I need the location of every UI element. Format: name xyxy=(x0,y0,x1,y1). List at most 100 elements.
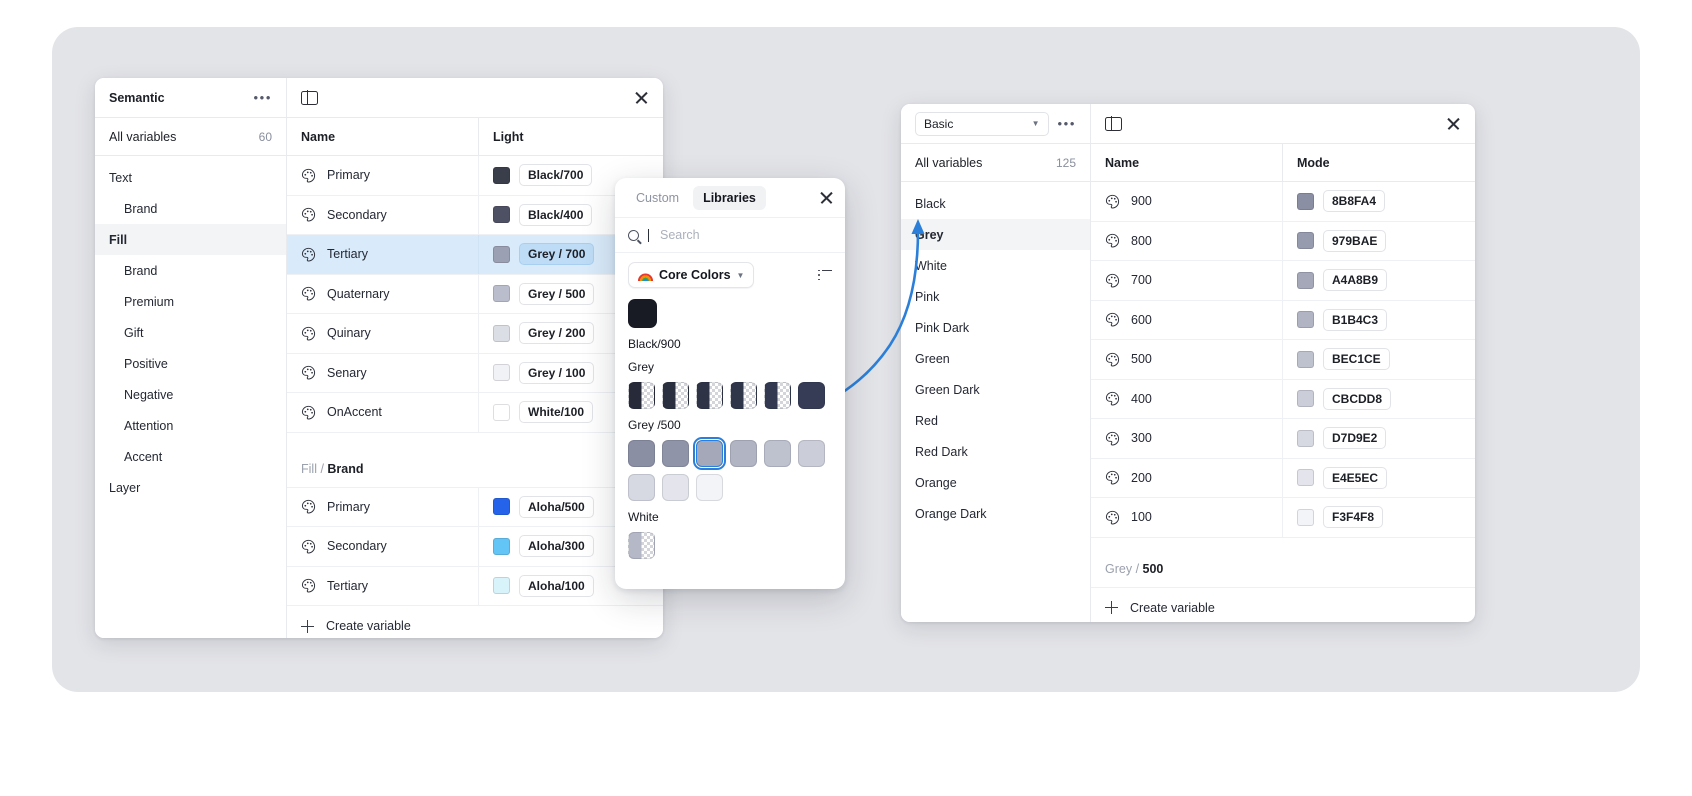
sidebar-toggle-icon[interactable] xyxy=(1105,115,1122,132)
basic-sidebar-item-red-dark[interactable]: Red Dark xyxy=(901,436,1090,467)
color-swatch[interactable] xyxy=(628,299,657,328)
basic-sidebar-item-label: Green xyxy=(915,351,950,366)
close-icon[interactable] xyxy=(1446,116,1461,131)
semantic-row-value[interactable]: White/100 xyxy=(519,401,594,424)
semantic-row-value[interactable]: Black/400 xyxy=(519,203,593,226)
color-swatch[interactable] xyxy=(628,474,655,501)
semantic-sidebar-item-gift[interactable]: Gift xyxy=(95,317,286,348)
semantic-sidebar-item-layer[interactable]: Layer xyxy=(95,472,286,503)
basic-all-variables-row[interactable]: All variables 125 xyxy=(901,144,1090,182)
basic-row-value[interactable]: B1B4C3 xyxy=(1323,308,1388,331)
semantic-brand-row[interactable]: Primary Aloha/500 xyxy=(287,487,663,527)
semantic-brand-row-value[interactable]: Aloha/500 xyxy=(519,495,594,518)
basic-row-value[interactable]: BEC1CE xyxy=(1323,348,1390,371)
semantic-row-value[interactable]: Grey / 100 xyxy=(519,361,595,384)
semantic-brand-row[interactable]: Secondary Aloha/300 xyxy=(287,527,663,567)
semantic-sidebar-item-fill[interactable]: Fill xyxy=(95,224,286,255)
basic-sidebar-item-pink[interactable]: Pink xyxy=(901,281,1090,312)
semantic-row-name: Tertiary xyxy=(327,247,368,262)
basic-row-value[interactable]: 8B8FA4 xyxy=(1323,190,1386,213)
basic-row[interactable]: 200 E4E5EC xyxy=(1091,458,1475,498)
basic-row[interactable]: 400 CBCDD8 xyxy=(1091,379,1475,419)
color-swatch[interactable] xyxy=(730,440,757,467)
color-swatch[interactable] xyxy=(798,382,825,409)
basic-sidebar-item-orange[interactable]: Orange xyxy=(901,467,1090,498)
color-swatch[interactable] xyxy=(662,382,689,409)
basic-sidebar-item-green-dark[interactable]: Green Dark xyxy=(901,374,1090,405)
color-picker-search-field[interactable]: Search xyxy=(615,217,845,253)
color-swatch[interactable] xyxy=(696,474,723,501)
semantic-row-value[interactable]: Grey / 200 xyxy=(519,322,595,345)
basic-create-variable-button[interactable]: Create variable xyxy=(1091,588,1475,623)
color-swatch[interactable] xyxy=(628,532,655,559)
basic-row[interactable]: 600 B1B4C3 xyxy=(1091,300,1475,340)
semantic-sidebar-item-negative[interactable]: Negative xyxy=(95,379,286,410)
close-icon[interactable] xyxy=(634,90,649,105)
basic-sidebar-item-green[interactable]: Green xyxy=(901,343,1090,374)
basic-more-options-button[interactable]: ••• xyxy=(1058,117,1076,130)
semantic-sidebar-item-accent[interactable]: Accent xyxy=(95,441,286,472)
basic-sidebar-item-white[interactable]: White xyxy=(901,250,1090,281)
basic-row-value[interactable]: CBCDD8 xyxy=(1323,387,1392,410)
color-swatch[interactable] xyxy=(628,440,655,467)
semantic-sidebar-item-text[interactable]: Text xyxy=(95,162,286,193)
basic-sidebar-item-red[interactable]: Red xyxy=(901,405,1090,436)
semantic-more-options-button[interactable]: ••• xyxy=(254,91,272,104)
semantic-row[interactable]: OnAccent White/100 xyxy=(287,393,663,433)
color-picker-close-icon[interactable] xyxy=(819,190,834,205)
library-select[interactable]: Basic ▼ xyxy=(915,111,1049,136)
semantic-row-value[interactable]: Grey / 500 xyxy=(519,282,595,305)
semantic-sidebar-item-positive[interactable]: Positive xyxy=(95,348,286,379)
color-swatch[interactable] xyxy=(764,382,791,409)
color-swatch[interactable] xyxy=(693,437,726,470)
core-colors-dropdown[interactable]: Core Colors ▼ xyxy=(628,262,755,288)
basic-sidebar-item-grey[interactable]: Grey xyxy=(901,219,1090,250)
basic-row-value[interactable]: 979BAE xyxy=(1323,229,1387,252)
color-swatch[interactable] xyxy=(730,382,757,409)
basic-row-value[interactable]: E4E5EC xyxy=(1323,466,1388,489)
semantic-create-variable-button[interactable]: Create variable xyxy=(287,606,663,638)
semantic-sidebar-item-brand[interactable]: Brand xyxy=(95,255,286,286)
color-picker-tab-libraries[interactable]: Libraries xyxy=(693,185,766,210)
basic-sidebar-item-orange-dark[interactable]: Orange Dark xyxy=(901,498,1090,529)
semantic-row[interactable]: Secondary Black/400 xyxy=(287,195,663,235)
basic-row-value[interactable]: A4A8B9 xyxy=(1323,269,1388,292)
basic-sidebar-item-black[interactable]: Black xyxy=(901,188,1090,219)
semantic-row[interactable]: Quaternary Grey / 500 xyxy=(287,274,663,314)
semantic-sidebar-item-attention[interactable]: Attention xyxy=(95,410,286,441)
semantic-brand-row-value[interactable]: Aloha/300 xyxy=(519,535,594,558)
basic-row[interactable]: 300 D7D9E2 xyxy=(1091,419,1475,459)
list-view-icon[interactable] xyxy=(818,269,832,281)
basic-sidebar-item-pink-dark[interactable]: Pink Dark xyxy=(901,312,1090,343)
semantic-all-variables-row[interactable]: All variables 60 xyxy=(95,118,286,156)
semantic-brand-row-value[interactable]: Aloha/100 xyxy=(519,574,594,597)
basic-row-name: 400 xyxy=(1131,391,1152,406)
semantic-row-value[interactable]: Black/700 xyxy=(519,164,593,187)
basic-row[interactable]: 100 F3F4F8 xyxy=(1091,498,1475,538)
semantic-row-value[interactable]: Grey / 700 xyxy=(519,243,595,266)
semantic-row[interactable]: Primary Black/700 xyxy=(287,156,663,196)
semantic-row[interactable]: Senary Grey / 100 xyxy=(287,353,663,393)
semantic-sidebar-item-premium[interactable]: Premium xyxy=(95,286,286,317)
color-picker-tab-custom[interactable]: Custom xyxy=(626,186,689,210)
color-swatch[interactable] xyxy=(764,440,791,467)
basic-row[interactable]: 800 979BAE xyxy=(1091,221,1475,261)
basic-row-value-cell: F3F4F8 xyxy=(1283,498,1475,537)
semantic-row[interactable]: Quinary Grey / 200 xyxy=(287,314,663,354)
sidebar-toggle-icon[interactable] xyxy=(301,89,318,106)
semantic-sidebar-item-brand[interactable]: Brand xyxy=(95,193,286,224)
color-swatch[interactable] xyxy=(798,440,825,467)
color-swatch[interactable] xyxy=(662,440,689,467)
basic-row-value[interactable]: D7D9E2 xyxy=(1323,427,1387,450)
color-swatch[interactable] xyxy=(696,382,723,409)
semantic-brand-row[interactable]: Tertiary Aloha/100 xyxy=(287,566,663,606)
chevron-down-icon: ▼ xyxy=(1031,119,1040,128)
color-swatch[interactable] xyxy=(662,474,689,501)
basic-row[interactable]: 700 A4A8B9 xyxy=(1091,261,1475,301)
color-swatch[interactable] xyxy=(628,382,655,409)
semantic-group-header: Fill / Brand xyxy=(287,433,663,488)
basic-row-value[interactable]: F3F4F8 xyxy=(1323,506,1384,529)
basic-row[interactable]: 900 8B8FA4 xyxy=(1091,182,1475,222)
basic-row[interactable]: 500 BEC1CE xyxy=(1091,340,1475,380)
semantic-row[interactable]: Tertiary Grey / 700 xyxy=(287,235,663,275)
